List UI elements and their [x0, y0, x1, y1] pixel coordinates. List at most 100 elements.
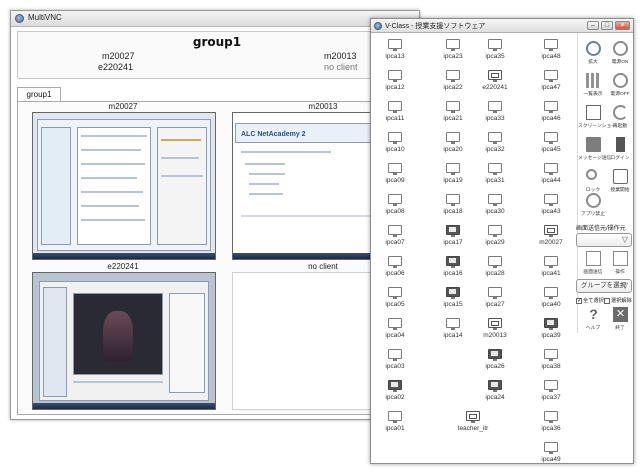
computer-tile[interactable]: ipca24 — [475, 380, 515, 414]
computer-tile[interactable]: ipca20 — [433, 132, 473, 166]
zoom-button[interactable]: 拡大 — [580, 41, 606, 69]
computer-tile[interactable]: ipca06 — [375, 256, 415, 290]
computer-tile[interactable]: ipca30 — [475, 194, 515, 228]
computer-tile[interactable]: ipca45 — [531, 132, 571, 166]
computer-tile[interactable]: ipca43 — [531, 194, 571, 228]
computer-tile[interactable]: ipca33 — [475, 101, 515, 135]
computer-tile[interactable]: m20013 — [475, 318, 515, 352]
help-button[interactable]: ? ヘルプ — [580, 307, 606, 335]
exit-button[interactable]: ✕ 終了 — [607, 307, 633, 335]
computer-label: ipca43 — [541, 208, 561, 215]
computer-tile[interactable]: ipca19 — [433, 163, 473, 197]
computer-tile[interactable]: ipca10 — [375, 132, 415, 166]
power-on-button[interactable]: 電源ON — [607, 41, 633, 69]
computer-tile[interactable]: ipca38 — [531, 349, 571, 383]
close-button[interactable]: × — [615, 21, 630, 30]
header-host[interactable]: e220241 — [98, 62, 133, 72]
monitor-icon — [488, 194, 502, 206]
remote-screen-thumbnail[interactable] — [32, 112, 216, 260]
computer-tile[interactable]: ipca02 — [375, 380, 415, 414]
computer-tile[interactable]: e220241 — [475, 70, 515, 104]
computer-tile[interactable]: ipca28 — [475, 256, 515, 290]
computer-tile[interactable]: ipca15 — [433, 287, 473, 321]
multivnc-titlebar[interactable]: MultiVNC — [11, 11, 419, 27]
computer-tile[interactable]: ipca49 — [531, 442, 571, 476]
group-select-label: グループを選択 — [581, 282, 627, 289]
computer-tile[interactable]: ipca21 — [433, 101, 473, 135]
computer-tile[interactable]: ipca13 — [375, 39, 415, 73]
computer-label: ipca46 — [541, 115, 561, 122]
select-all-checkbox[interactable]: ✓全て選択 — [576, 297, 604, 304]
restart-button[interactable]: 再起動 — [607, 105, 633, 133]
computer-tile[interactable]: ipca39 — [531, 318, 571, 352]
computer-tile[interactable]: ipca35 — [475, 39, 515, 73]
clear-selection-checkbox[interactable]: 選択解除 — [604, 297, 632, 304]
computer-tile[interactable]: ipca32 — [475, 132, 515, 166]
thumbnail-panel: m20027 m20013 ALC NetAcademy 2 e220241 n… — [17, 101, 415, 415]
computer-tile[interactable]: ipca03 — [375, 349, 415, 383]
monitor-icon — [446, 101, 460, 113]
exit-icon: ✕ — [613, 307, 628, 322]
computer-tile[interactable]: ipca22 — [433, 70, 473, 104]
lock-icon — [586, 169, 597, 180]
computer-tile[interactable]: ipca40 — [531, 287, 571, 321]
maximize-button[interactable]: □ — [601, 21, 613, 30]
computer-label: ipca37 — [541, 394, 561, 401]
computer-tile[interactable]: ipca46 — [531, 101, 571, 135]
checkbox-icon — [604, 297, 610, 304]
computer-tile[interactable]: ipca37 — [531, 380, 571, 414]
header-host[interactable]: m20013 — [324, 51, 357, 61]
computer-tile[interactable]: ipca36 — [531, 411, 571, 445]
app-block-button[interactable]: アプリ禁止 — [580, 193, 606, 221]
grid-view-button[interactable]: 一覧表示 — [580, 73, 606, 101]
computer-tile[interactable]: m20027 — [531, 225, 571, 259]
app-icon — [15, 14, 24, 23]
computer-tile[interactable]: ipca04 — [375, 318, 415, 352]
computer-tile[interactable]: ipca17 — [433, 225, 473, 259]
computer-tile[interactable]: ipca12 — [375, 70, 415, 104]
computer-tile[interactable]: ipca18 — [433, 194, 473, 228]
screen-show-button[interactable]: スクリーンショー — [578, 105, 616, 133]
computer-tile[interactable]: ipca08 — [375, 194, 415, 228]
computer-tile[interactable]: ipca48 — [531, 39, 571, 73]
group-select[interactable]: グループを選択 ▽ — [576, 279, 632, 293]
computer-label: ipca41 — [541, 270, 561, 277]
screen-send-button[interactable]: 画面送信 — [580, 251, 606, 279]
chevron-down-icon: ▽ — [621, 281, 628, 290]
computer-tile[interactable]: ipca23 — [433, 39, 473, 73]
computer-tile[interactable]: ipca26 — [475, 349, 515, 383]
computer-tile[interactable]: ipca29 — [475, 225, 515, 259]
thumbnail-caption: e220241 — [107, 262, 139, 271]
monitor-icon — [388, 70, 402, 82]
computer-tile[interactable]: teacher_itr — [453, 411, 493, 445]
monitor-icon — [388, 256, 402, 268]
computer-tile[interactable]: ipca31 — [475, 163, 515, 197]
computer-label: ipca09 — [385, 177, 405, 184]
send-source-select[interactable]: ▽ — [576, 233, 632, 247]
minimize-button[interactable]: – — [587, 21, 599, 30]
tab-group1[interactable]: group1 — [17, 87, 61, 102]
computer-tile[interactable]: ipca05 — [375, 287, 415, 321]
monitor-icon — [544, 287, 558, 299]
computer-tile[interactable]: ipca01 — [375, 411, 415, 445]
power-off-button[interactable]: 電源OFF — [607, 73, 633, 101]
computer-tile[interactable]: ipca47 — [531, 70, 571, 104]
computer-tile[interactable]: ipca11 — [375, 101, 415, 135]
computer-tile[interactable]: ipca14 — [433, 318, 473, 352]
message-icon — [586, 137, 601, 152]
message-button[interactable]: メッセージ送信 — [578, 137, 611, 165]
computer-tile[interactable]: ipca07 — [375, 225, 415, 259]
app-block-icon — [586, 193, 601, 208]
computer-tile[interactable]: ipca41 — [531, 256, 571, 290]
login-icon — [616, 137, 625, 152]
header-host[interactable]: m20027 — [102, 51, 135, 61]
grid-view-icon — [586, 73, 601, 88]
login-button[interactable]: ログイン — [607, 137, 633, 165]
computer-tile[interactable]: ipca16 — [433, 256, 473, 290]
computer-tile[interactable]: ipca27 — [475, 287, 515, 321]
class-start-button[interactable]: 授業開始 — [607, 169, 633, 197]
computer-tile[interactable]: ipca44 — [531, 163, 571, 197]
remote-screen-thumbnail[interactable] — [32, 272, 216, 410]
computer-tile[interactable]: ipca09 — [375, 163, 415, 197]
remote-control-button[interactable]: 操作 — [607, 251, 633, 279]
